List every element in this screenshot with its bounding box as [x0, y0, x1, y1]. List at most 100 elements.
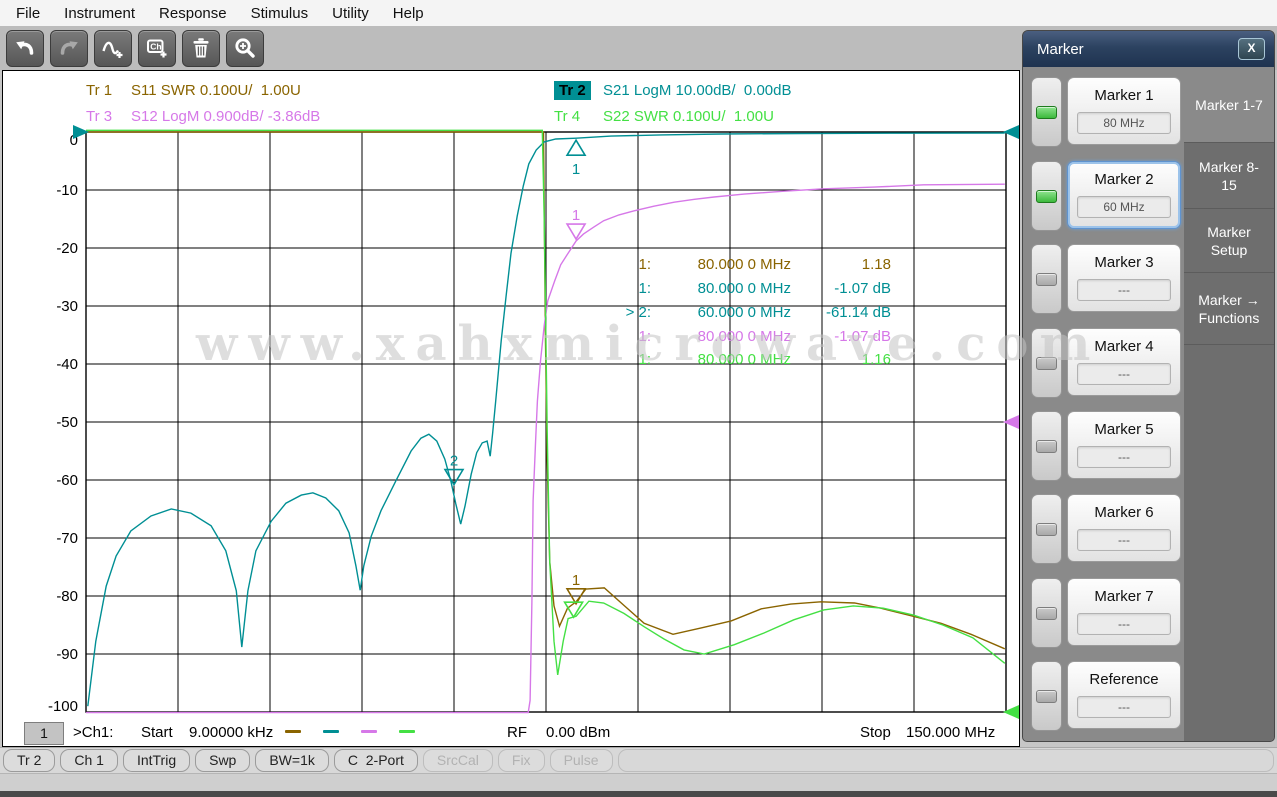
tab-marker-functions[interactable]: Marker → Functions — [1184, 273, 1274, 345]
readout-marker-freq: 80.000 0 MHz — [651, 253, 791, 277]
status-fix[interactable]: Fix — [498, 749, 545, 772]
status-sweep[interactable]: Swp — [195, 749, 250, 772]
readout-marker-freq: 80.000 0 MHz — [651, 325, 791, 349]
undo-icon — [13, 36, 37, 60]
status-active-channel[interactable]: Ch 1 — [60, 749, 118, 772]
readout-marker-value: -1.07 dB — [791, 325, 891, 349]
tab-label: Marker 8-15 — [1192, 158, 1266, 194]
led-indicator — [1036, 190, 1057, 203]
svg-text:-10: -10 — [56, 182, 78, 199]
zoom-button[interactable] — [226, 30, 264, 67]
delete-button[interactable] — [182, 30, 220, 67]
menu-instrument[interactable]: Instrument — [52, 5, 147, 22]
led-indicator — [1036, 273, 1057, 286]
plot-marker[interactable] — [567, 224, 585, 239]
start-frequency[interactable]: 9.00000 kHz — [189, 723, 273, 743]
marker-panel-title: Marker — [1037, 41, 1084, 58]
tab-marker-setup[interactable]: Marker Setup — [1184, 209, 1274, 273]
channel-badge[interactable]: 1 — [24, 722, 64, 745]
marker-button-label: Reference — [1068, 671, 1180, 688]
marker-value-field[interactable]: --- — [1077, 279, 1171, 301]
y-axis-labels: 0-10-20-30-40-50-60-70-80-90-100 — [48, 132, 78, 715]
menu-response[interactable]: Response — [147, 5, 239, 22]
marker-value-field[interactable]: --- — [1077, 529, 1171, 551]
marker-value-field[interactable]: 80 MHz — [1077, 112, 1171, 134]
magnifier-plus-icon — [233, 36, 257, 60]
tab-marker-8-15[interactable]: Marker 8-15 — [1184, 143, 1274, 209]
trace3-color-dash — [361, 730, 377, 733]
marker-value-field[interactable]: --- — [1077, 363, 1171, 385]
marker-value-field[interactable]: 60 MHz — [1077, 196, 1171, 218]
menu-utility[interactable]: Utility — [320, 5, 381, 22]
readout-marker-freq: 80.000 0 MHz — [651, 277, 791, 301]
readout-marker-num: 1: — [563, 325, 651, 349]
status-active-trace[interactable]: Tr 2 — [3, 749, 55, 772]
led-indicator — [1036, 106, 1057, 119]
measurement-display: Tr 1 S11 SWR 0.100U/ 1.00U Tr 2 S21 LogM… — [2, 70, 1020, 747]
status-bandwidth[interactable]: BW=1k — [255, 749, 329, 772]
status-pulse[interactable]: Pulse — [550, 749, 613, 772]
svg-text:-30: -30 — [56, 298, 78, 315]
marker-5-row: Marker 5 --- — [1031, 411, 1181, 481]
redo-icon — [57, 36, 81, 60]
menu-help[interactable]: Help — [381, 5, 436, 22]
marker-1-toggle[interactable] — [1031, 77, 1062, 147]
undo-button[interactable] — [6, 30, 44, 67]
marker-6-toggle[interactable] — [1031, 494, 1062, 564]
marker-3-toggle[interactable] — [1031, 244, 1062, 314]
marker-button-label: Marker 1 — [1068, 87, 1180, 104]
marker-4-button[interactable]: Marker 4 --- — [1067, 328, 1181, 396]
close-icon[interactable]: X — [1238, 38, 1265, 60]
tab-marker-1-7[interactable]: Marker 1-7 — [1184, 67, 1274, 143]
marker-panel-titlebar[interactable]: Marker X — [1023, 31, 1274, 67]
menu-stimulus[interactable]: Stimulus — [239, 5, 321, 22]
reference-marker-row: Reference --- — [1031, 661, 1181, 731]
marker-button-label: Marker 4 — [1068, 338, 1180, 355]
trash-icon — [189, 36, 213, 60]
rf-label: RF — [507, 723, 527, 743]
marker-value-field[interactable]: --- — [1077, 613, 1171, 635]
marker-button-label: Marker 7 — [1068, 588, 1180, 605]
marker-5-toggle[interactable] — [1031, 411, 1062, 481]
readout-marker-value: -61.14 dB — [791, 301, 891, 325]
status-bar: Tr 2 Ch 1 IntTrig Swp BW=1k C 2-Port Src… — [0, 747, 1277, 773]
led-indicator — [1036, 690, 1057, 703]
reference-toggle[interactable] — [1031, 661, 1062, 731]
readout-marker-freq: 80.000 0 MHz — [651, 348, 791, 372]
reference-button[interactable]: Reference --- — [1067, 661, 1181, 729]
menu-file[interactable]: File — [4, 5, 52, 22]
add-trace-button[interactable] — [94, 30, 132, 67]
marker-readout-row: 1: 80.000 0 MHz 1.16 — [563, 348, 891, 372]
marker-7-button[interactable]: Marker 7 --- — [1067, 578, 1181, 646]
marker-2-toggle[interactable] — [1031, 161, 1062, 231]
marker-1-button[interactable]: Marker 1 80 MHz — [1067, 77, 1181, 145]
trace1-color-dash — [285, 730, 301, 733]
status-calibration[interactable]: C 2-Port — [334, 749, 418, 772]
tab-label: Marker 1-7 — [1192, 96, 1266, 114]
redo-button[interactable] — [50, 30, 88, 67]
plot-marker[interactable] — [567, 140, 585, 155]
led-indicator — [1036, 607, 1057, 620]
marker-7-toggle[interactable] — [1031, 578, 1062, 648]
marker-button-label: Marker 2 — [1068, 171, 1180, 188]
marker-3-button[interactable]: Marker 3 --- — [1067, 244, 1181, 312]
tab-label: Marker Setup — [1192, 223, 1266, 259]
marker-5-button[interactable]: Marker 5 --- — [1067, 411, 1181, 479]
stop-frequency[interactable]: 150.000 MHz — [906, 723, 995, 743]
channel-label: >Ch1: — [73, 723, 113, 743]
menu-bar: File Instrument Response Stimulus Utilit… — [0, 0, 1277, 26]
plot-marker-number: 1 — [572, 161, 580, 178]
marker-value-field[interactable]: --- — [1077, 696, 1171, 718]
status-trigger[interactable]: IntTrig — [123, 749, 190, 772]
status-srccal[interactable]: SrcCal — [423, 749, 493, 772]
add-trace-icon — [101, 36, 125, 60]
marker-value-field[interactable]: --- — [1077, 446, 1171, 468]
trace2-color-dash — [323, 730, 339, 733]
add-channel-button[interactable]: Ch — [138, 30, 176, 67]
marker-2-button[interactable]: Marker 2 60 MHz — [1067, 161, 1181, 229]
readout-marker-num: > 2: — [563, 301, 651, 325]
readout-marker-value: 1.18 — [791, 253, 891, 277]
marker-4-toggle[interactable] — [1031, 328, 1062, 398]
marker-6-button[interactable]: Marker 6 --- — [1067, 494, 1181, 562]
rf-power[interactable]: 0.00 dBm — [546, 723, 610, 743]
